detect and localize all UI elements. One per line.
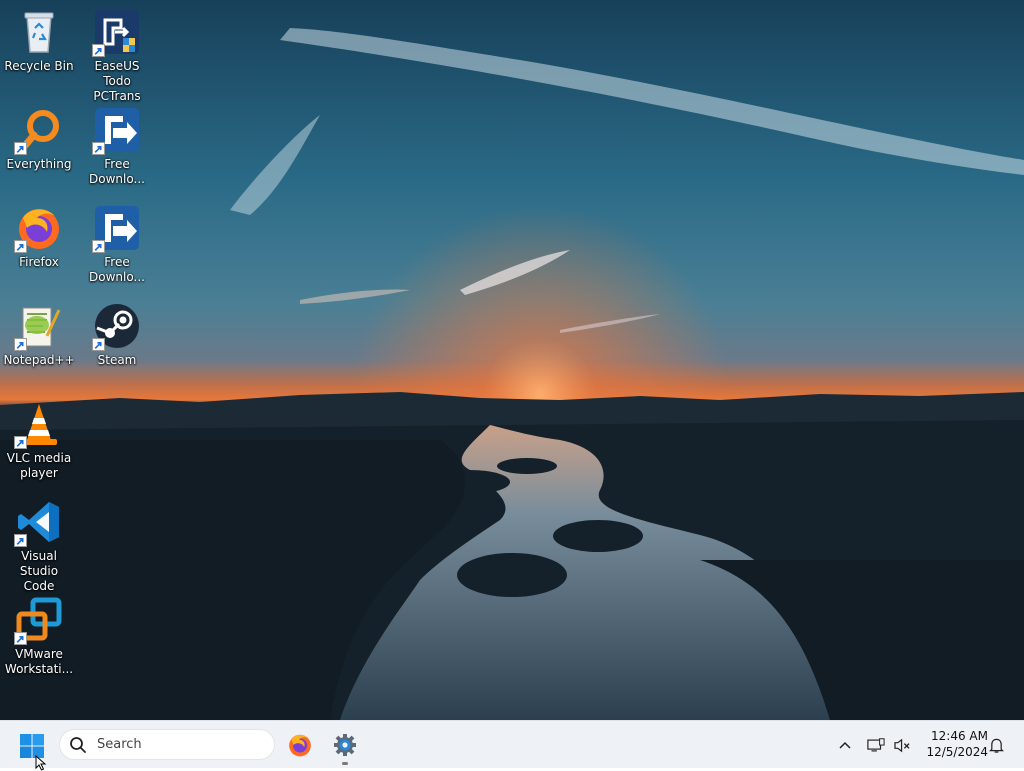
desktop-icon-visual-studio-code[interactable]: Visual Studio Code (1, 492, 77, 593)
shortcut-arrow-icon (14, 534, 27, 547)
firefox-icon (14, 204, 63, 253)
desktop-icon-label: Free Downlo... (89, 255, 145, 284)
desktop-icon-label: Recycle Bin (4, 59, 74, 73)
vscode-icon (14, 498, 63, 547)
desktop-icon-steam[interactable]: Steam (79, 296, 155, 392)
desktop-icon-label: Visual Studio Code (19, 549, 59, 593)
gear-icon (334, 734, 356, 756)
desktop-icon-firefox[interactable]: Firefox (1, 198, 77, 294)
shortcut-arrow-icon (14, 240, 27, 253)
tray-network-button[interactable] (866, 735, 886, 755)
taskbar-app-settings[interactable] (329, 729, 361, 765)
firefox-icon (289, 734, 311, 757)
notification-button[interactable] (986, 735, 1006, 755)
desktop-icon-label: Steam (97, 353, 137, 367)
desktop-icon-notepad-plus-plus[interactable]: Notepad++ (1, 296, 77, 392)
desktop-icon-recycle-bin[interactable]: Recycle Bin (1, 2, 77, 98)
steam-icon (92, 302, 141, 351)
search-input[interactable] (95, 736, 269, 753)
desktop-icon-vmware-workstation[interactable]: VMware Workstati... (1, 590, 77, 686)
shortcut-arrow-icon (92, 338, 105, 351)
shortcut-arrow-icon (92, 142, 105, 155)
notepad-plus-plus-icon (14, 302, 63, 351)
shortcut-arrow-icon (14, 338, 27, 351)
taskbar-search-box[interactable] (59, 729, 275, 760)
chevron-up-icon (839, 741, 851, 749)
shortcut-arrow-icon (92, 240, 105, 253)
vlc-cone-icon (14, 400, 63, 449)
everything-magnifier-icon (14, 106, 63, 155)
search-icon (70, 736, 86, 753)
clock-date: 12/5/2024 (926, 745, 988, 759)
desktop-icon-vlc-media-player[interactable]: VLC media player (1, 394, 77, 490)
desktop-icon-label: Firefox (19, 255, 59, 269)
desktop: Recycle Bin EaseUS Todo PCTrans Everythi… (0, 0, 1024, 720)
tray-volume-button[interactable] (892, 735, 912, 755)
bell-icon (988, 738, 1004, 753)
taskbar: 12:46 AM 12/5/2024 (0, 720, 1024, 768)
recycle-bin-icon (15, 8, 63, 56)
desktop-icon-free-download-manager-1[interactable]: Free Downlo... (79, 100, 155, 196)
desktop-icon-label: VLC media player (6, 451, 72, 480)
volume-muted-icon (893, 738, 910, 752)
desktop-icon-label: VMware Workstati... (4, 647, 74, 676)
mouse-cursor-icon (35, 755, 47, 771)
shortcut-arrow-icon (14, 436, 27, 449)
easeus-pctrans-icon (92, 8, 141, 57)
desktop-icon-everything[interactable]: Everything (1, 100, 77, 196)
taskbar-app-firefox[interactable] (284, 729, 316, 761)
taskbar-clock[interactable]: 12:46 AM 12/5/2024 (918, 728, 988, 760)
running-indicator (342, 762, 348, 765)
shortcut-arrow-icon (14, 632, 27, 645)
shortcut-arrow-icon (92, 44, 105, 57)
shortcut-arrow-icon (14, 142, 27, 155)
desktop-icon-easeus-todo-pctrans[interactable]: EaseUS Todo PCTrans (79, 2, 155, 103)
free-download-manager-icon (92, 106, 141, 155)
free-download-manager-icon (92, 204, 141, 253)
desktop-icon-label: Notepad++ (3, 353, 75, 367)
desktop-icon-label: Everything (6, 157, 72, 171)
desktop-icon-label: Free Downlo... (89, 157, 145, 186)
desktop-icon-free-download-manager-2[interactable]: Free Downlo... (79, 198, 155, 294)
tray-overflow-button[interactable] (835, 735, 855, 755)
desktop-icon-label: EaseUS Todo PCTrans (93, 59, 141, 103)
vmware-icon (14, 596, 63, 645)
clock-time: 12:46 AM (931, 729, 988, 743)
network-icon (867, 737, 885, 751)
